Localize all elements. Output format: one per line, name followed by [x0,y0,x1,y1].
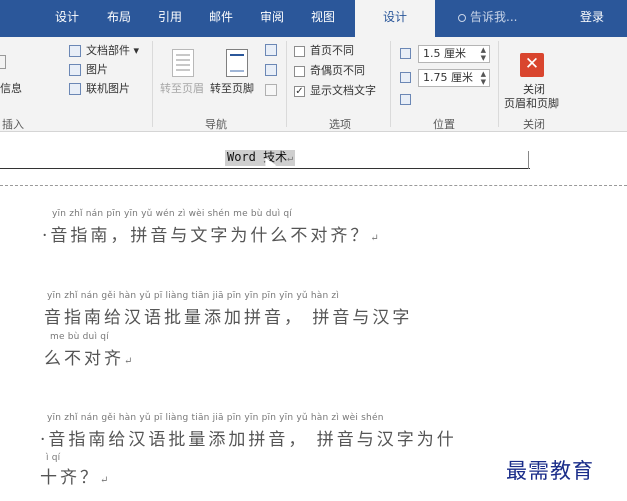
pinyin-line: ì qí [46,453,61,463]
text-line[interactable]: ·音指南给汉语批量添加拼音， 拼音与汉字为什 [40,425,457,450]
footer-position-icon [400,72,411,83]
tab-design-doc[interactable]: 设计 [55,0,79,37]
navigation-group-label: 导航 [205,118,227,131]
group-separator [286,41,287,127]
header-position-spinner[interactable]: 1.5 厘米 ▲ ▼ [418,45,490,63]
footer-position-spinner[interactable]: 1.75 厘米 ▲ ▼ [418,69,490,87]
show-text-label: 显示文档文字 [310,84,376,97]
spinner-arrows-icon[interactable]: ▲ ▼ [481,70,486,86]
goto-header-icon [172,49,194,77]
picture-button[interactable]: 图片 [86,63,108,77]
goto-header-button[interactable]: 转至页眉 [160,82,204,96]
tab-design-header-footer-label: 设计 [382,10,407,24]
pinyin-line: yīn zhǐ nán gěi hàn yǔ pī liàng tiān jiā… [47,413,384,423]
doc-parts-button[interactable]: 文档部件 ▾ [86,44,139,58]
header-text[interactable]: Word 技术↵ [225,150,296,166]
header-underline [0,168,530,169]
document-canvas[interactable]: Word 技术↵ yīn zhǐ nán pīn yīn yǔ wén zì w… [0,133,627,501]
spinner-arrows-icon[interactable]: ▲ ▼ [481,46,486,62]
tab-mailings[interactable]: 邮件 [209,0,233,37]
first-page-checkbox[interactable] [294,46,305,57]
goto-footer-icon [226,49,248,77]
pinyin-line: me bù duì qí [50,332,109,342]
header-position-icon [400,48,411,59]
insert-group-label: 插入 [2,118,24,131]
link-to-previous-icon[interactable] [265,84,277,96]
goto-footer-button[interactable]: 转至页脚 [210,82,254,96]
paragraph-mark-icon: ↵ [370,233,379,244]
header-text-value: Word 技术 [227,150,288,164]
picture-icon [69,64,81,76]
info-label[interactable]: 信息 [0,82,22,96]
online-picture-button[interactable]: 联机图片 [86,82,130,96]
odd-even-checkbox[interactable] [294,66,305,77]
header-position-value: 1.5 厘米 [423,47,466,60]
show-text-checkbox[interactable]: ✓ [294,86,305,97]
footer-position-value: 1.75 厘米 [423,71,473,84]
close-x-icon[interactable]: ✕ [520,53,544,77]
text-line[interactable]: 音指南给汉语批量添加拼音， 拼音与汉字 [44,303,412,328]
text-line[interactable]: ·音指南，拼音与文字为什么不对齐？↵ [42,221,379,246]
tab-references[interactable]: 引用 [158,0,182,37]
paragraph-mark-icon: ↵ [100,475,109,486]
close-group-label: 关闭 [523,118,545,131]
options-group-label: 选项 [329,118,351,131]
online-picture-icon [69,83,81,95]
ribbon-panel: 信息 文档部件 ▾ 图片 联机图片 插入 转至页眉 转至页脚 导航 首页不同 奇… [0,37,627,132]
paragraph-mark-icon: ↵ [124,356,133,367]
group-separator [498,41,499,127]
text-line[interactable]: 十齐？↵ [40,463,108,488]
text-line-content: 么不对齐 [44,349,124,369]
text-line-content: ·音指南，拼音与文字为什么不对齐？ [42,226,371,246]
text-line[interactable]: 么不对齐↵ [44,344,132,369]
tab-review[interactable]: 审阅 [260,0,284,37]
pinyin-line: yīn zhǐ nán gěi hàn yǔ pī liàng tiān jiā… [47,291,340,301]
position-group-label: 位置 [433,118,455,131]
tell-me-label: 告诉我... [470,10,518,24]
close-label-line2[interactable]: 页眉和页脚 [504,97,559,111]
header-boundary-dashed-line [0,185,627,186]
odd-even-label: 奇偶页不同 [310,64,365,77]
close-label-line1[interactable]: 关闭 [523,83,545,97]
first-page-label: 首页不同 [310,44,354,57]
paragraph-mark-icon: ↵ [287,153,294,164]
group-separator [152,41,153,127]
next-section-icon[interactable] [265,64,277,76]
previous-section-icon[interactable] [265,44,277,56]
watermark-logo: 最需教育 [506,459,594,483]
header-right-margin-mark [528,151,529,169]
lightbulb-icon [458,14,466,22]
text-line-content: 十齐？ [40,468,100,488]
login-link[interactable]: 登录 [580,0,604,37]
info-icon [0,55,6,69]
insert-alignment-tab-icon[interactable] [400,94,411,105]
doc-parts-icon [69,45,81,57]
tab-design-header-footer[interactable]: 设计 [355,0,435,37]
tell-me-search[interactable]: 告诉我... [458,0,517,37]
group-separator [390,41,391,127]
tab-view[interactable]: 视图 [311,0,335,37]
tab-layout[interactable]: 布局 [107,0,131,37]
ribbon-tab-bar: 设计 布局 引用 邮件 审阅 视图 设计 告诉我... 登录 [0,0,627,37]
pinyin-line: yīn zhǐ nán pīn yīn yǔ wén zì wèi shén m… [52,209,292,219]
